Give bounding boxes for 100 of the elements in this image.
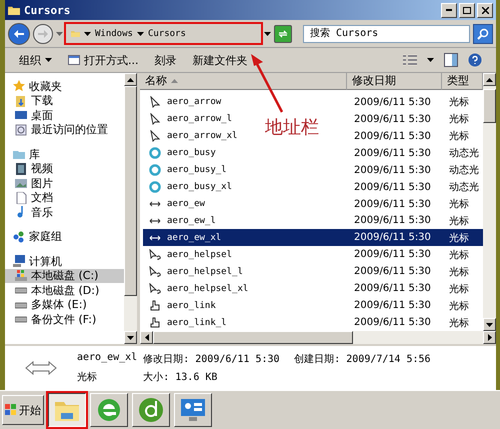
- help-cursor-icon: [149, 266, 161, 278]
- detail-name: aero_ew_xl: [77, 352, 138, 365]
- address-caret-icon: [264, 32, 271, 36]
- toolbar-button[interactable]: 刻录: [154, 52, 176, 68]
- preview-pane-icon[interactable]: [444, 53, 458, 67]
- nav-item[interactable]: 家庭组: [13, 230, 124, 244]
- nav-item[interactable]: 本地磁盘 (C:): [5, 268, 124, 283]
- column-header[interactable]: 修改日期: [347, 73, 442, 90]
- help-cursor-icon: [149, 282, 161, 295]
- view-caret-icon: [427, 58, 434, 62]
- modified-date: 2009/6/11 5:30: [353, 300, 432, 312]
- file-type: 光标: [448, 198, 470, 212]
- maximize-button[interactable]: [459, 2, 475, 18]
- hand-cursor-icon: [149, 316, 161, 329]
- modified-date: 2009/6/11 5:30: [353, 148, 432, 159]
- computer-icon: [13, 255, 25, 268]
- selected-file-row[interactable]: aero_ew_xl 2009/6/11 5:30 光标: [143, 229, 483, 246]
- back-button[interactable]: [8, 22, 30, 44]
- horizontal-scrollbar[interactable]: [140, 331, 496, 344]
- arrow-cursor-icon: [149, 130, 161, 142]
- breadcrumb[interactable]: Windows: [95, 28, 133, 38]
- nav-item[interactable]: 多媒体 (E:): [5, 298, 124, 312]
- file-type: 光标: [448, 232, 470, 245]
- nav-item[interactable]: 最近访问的位置: [5, 122, 124, 137]
- star-icon: [13, 80, 25, 92]
- scroll-up-button[interactable]: [124, 73, 137, 86]
- left-arrow-icon: [144, 334, 148, 341]
- file-name: aero_ew_xl: [167, 232, 222, 243]
- history-caret-icon: [56, 32, 63, 36]
- nav-item[interactable]: 下载: [5, 94, 124, 108]
- desktop-icon: [15, 109, 27, 122]
- sort-arrow-icon: [171, 78, 178, 83]
- help-icon[interactable]: [468, 53, 482, 67]
- toolbar-button[interactable]: 打开方式...: [68, 52, 138, 68]
- minimize-button[interactable]: [441, 2, 457, 18]
- arrow-cursor-icon: [149, 96, 161, 108]
- modified-date: 2009/6/11 5:30: [353, 215, 432, 226]
- close-button[interactable]: [477, 2, 493, 18]
- file-name: aero_busy: [167, 148, 216, 158]
- start-button[interactable]: 开始: [2, 395, 44, 425]
- nav-item[interactable]: 桌面: [5, 108, 124, 122]
- file-name: aero_arrow_xl: [167, 131, 238, 142]
- busy-ring-icon: [149, 181, 161, 194]
- scroll-down-button[interactable]: [483, 318, 496, 331]
- modified-date: 2009/6/11 5:30: [353, 317, 432, 328]
- file-type: 光标: [448, 316, 470, 330]
- nav-item[interactable]: 库: [13, 147, 124, 162]
- scroll-up-button[interactable]: [483, 73, 496, 86]
- file-type: 动态光: [448, 164, 480, 178]
- file-type: 光标: [448, 112, 470, 126]
- arrow-cursor-icon: [149, 113, 161, 126]
- scroll-left-button[interactable]: [140, 331, 153, 344]
- scroll-right-button[interactable]: [483, 331, 496, 344]
- download-folder-icon: [15, 94, 27, 107]
- letter-d-logo-icon: [137, 396, 165, 424]
- search-field[interactable]: 搜索 Cursors: [303, 24, 470, 42]
- file-type: 光标: [448, 130, 470, 144]
- down-arrow-icon: [486, 322, 493, 326]
- video-icon: [15, 162, 27, 175]
- modified-date: 2009/6/11 5:30: [353, 266, 432, 278]
- modified-date: 2009/6/11 5:30: [353, 130, 432, 142]
- nav-item[interactable]: 本地磁盘 (D:): [5, 283, 124, 298]
- folder-icon: [8, 4, 20, 16]
- file-type: 动态光: [448, 180, 480, 194]
- file-type: 光标: [448, 282, 470, 296]
- annotation-label: 地址栏: [265, 116, 319, 139]
- browser-e-icon: [95, 396, 123, 424]
- file-name: aero_link_l: [167, 318, 227, 328]
- up-arrow-icon: [486, 78, 493, 82]
- vertical-scrollbar[interactable]: [483, 73, 496, 331]
- file-type: 光标: [448, 96, 470, 110]
- file-name: aero_arrow: [167, 97, 222, 108]
- view-options-icon[interactable]: [403, 55, 417, 65]
- scroll-down-button[interactable]: [124, 331, 137, 344]
- busy-ring-icon: [149, 164, 161, 176]
- nav-item[interactable]: 文档: [5, 190, 124, 205]
- window-title: Cursors: [24, 4, 70, 16]
- detail-created: 创建日期: 2009/7/14 5:56: [294, 352, 431, 366]
- breadcrumb[interactable]: Cursors: [148, 28, 186, 38]
- picture-icon: [15, 177, 27, 190]
- nav-item[interactable]: 计算机: [13, 254, 124, 268]
- vertical-scrollbar[interactable]: [124, 73, 137, 344]
- column-header[interactable]: 名称: [140, 73, 347, 90]
- breadcrumb-caret-icon: [136, 32, 144, 36]
- breadcrumb-caret-icon: [84, 32, 91, 36]
- refresh-button[interactable]: [274, 24, 292, 42]
- toolbar-button[interactable]: 组织: [19, 52, 52, 68]
- toolbar-button[interactable]: 新建文件夹: [192, 52, 248, 68]
- detail-size: 大小: 13.6 KB: [143, 370, 218, 384]
- file-type: 光标: [448, 266, 470, 279]
- nav-item[interactable]: 收藏夹: [13, 79, 124, 94]
- nav-item[interactable]: 视频: [5, 162, 124, 176]
- search-button[interactable]: [473, 24, 493, 44]
- homegroup-icon: [13, 230, 25, 243]
- nav-item[interactable]: 备份文件 (F:): [5, 312, 124, 326]
- nav-item[interactable]: 图片: [5, 176, 124, 190]
- taskbar-button[interactable]: [48, 393, 86, 427]
- nav-item[interactable]: 音乐: [5, 205, 124, 220]
- library-icon: [13, 148, 25, 160]
- forward-button[interactable]: [33, 24, 53, 44]
